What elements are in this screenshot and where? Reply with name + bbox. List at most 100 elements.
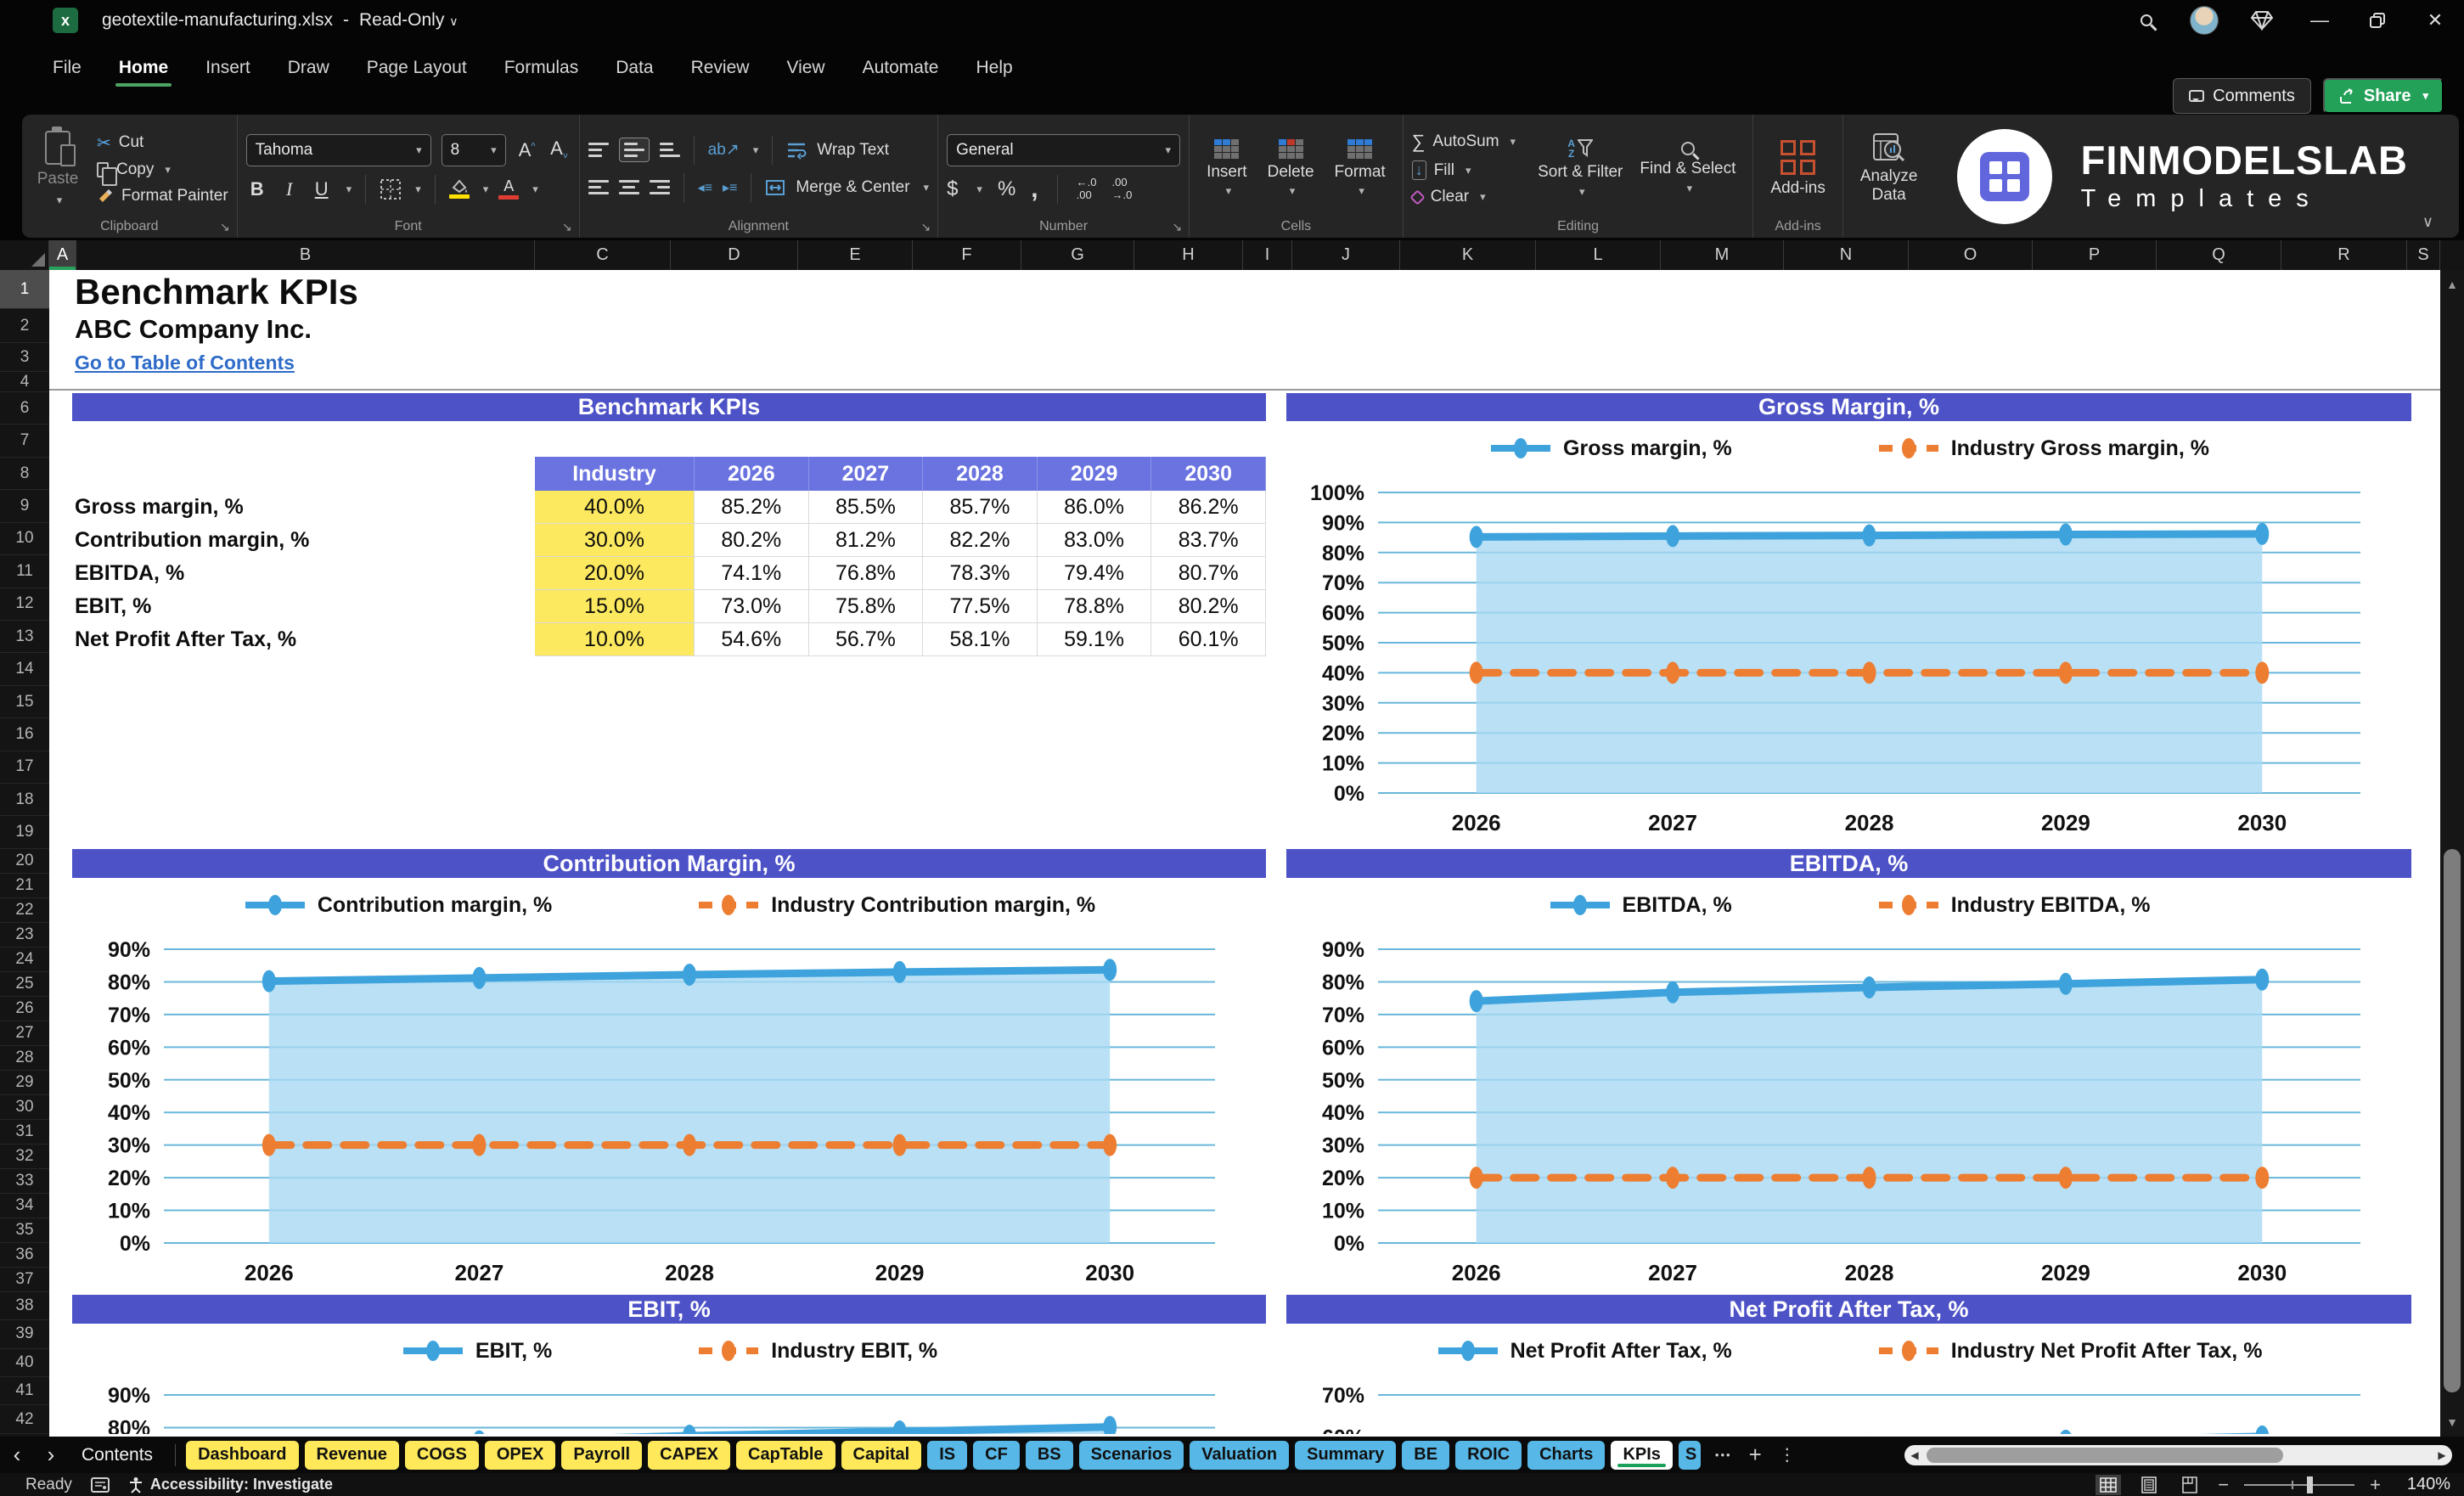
scroll-right-icon[interactable]: ▶ (2432, 1445, 2452, 1465)
table-cell[interactable]: 76.8% (808, 557, 924, 590)
sheet-tab-cogs[interactable]: COGS (404, 1440, 479, 1470)
table-cell[interactable]: 83.0% (1037, 524, 1152, 557)
increase-decimal-icon[interactable]: ←.0.00 (1077, 177, 1097, 201)
sheet-tab-opex[interactable]: OPEX (484, 1440, 556, 1470)
column-header-I[interactable]: I (1243, 240, 1292, 270)
row-header-34[interactable]: 34 (0, 1194, 49, 1218)
premium-diamond-icon[interactable] (2233, 0, 2291, 41)
menu-tab-help[interactable]: Help (960, 49, 1027, 88)
normal-view-icon[interactable] (2096, 1474, 2122, 1495)
select-all-corner[interactable] (0, 240, 49, 270)
new-sheet-icon[interactable]: + (1749, 1442, 1762, 1468)
table-cell[interactable]: 58.1% (923, 623, 1038, 656)
alignment-dialog-launcher[interactable]: ↘ (920, 220, 931, 234)
row-header-18[interactable]: 18 (0, 784, 49, 817)
restore-button[interactable] (2349, 0, 2406, 41)
zoom-slider-handle[interactable] (2307, 1476, 2314, 1493)
column-header-F[interactable]: F (913, 240, 1021, 270)
fill-button[interactable]: ↓ Fill ▾ (1411, 160, 1516, 180)
page-layout-view-icon[interactable] (2136, 1475, 2162, 1495)
scroll-up-icon[interactable]: ▲ (2440, 270, 2464, 299)
table-cell[interactable]: 30.0% (535, 524, 695, 557)
decrease-font-icon[interactable]: A˅ (548, 138, 571, 161)
clear-button[interactable]: Clear ▾ (1409, 188, 1516, 206)
comma-style-icon[interactable]: , (1031, 176, 1038, 201)
row-header-16[interactable]: 16 (0, 718, 49, 751)
column-header-Q[interactable]: Q (2157, 240, 2281, 270)
collapse-ribbon-icon[interactable]: ∨ (2422, 213, 2433, 231)
user-avatar[interactable] (2175, 0, 2233, 41)
table-cell[interactable]: 75.8% (808, 590, 924, 623)
table-cell[interactable]: 85.7% (923, 491, 1038, 524)
table-of-contents-link[interactable]: Go to Table of Contents (75, 352, 295, 374)
column-header-K[interactable]: K (1400, 240, 1536, 270)
merge-center-button[interactable]: Merge & Center (796, 178, 909, 197)
borders-icon[interactable] (380, 178, 402, 200)
row-header-31[interactable]: 31 (0, 1120, 49, 1144)
wrap-text-button[interactable]: Wrap Text (817, 141, 889, 160)
row-header-13[interactable]: 13 (0, 621, 49, 654)
row-header-6[interactable]: 6 (0, 392, 49, 425)
sheet-tab-bs[interactable]: BS (1025, 1440, 1073, 1470)
percent-style-icon[interactable]: % (998, 177, 1015, 201)
row-header-24[interactable]: 24 (0, 948, 49, 972)
underline-button[interactable]: U (311, 178, 333, 200)
row-header-12[interactable]: 12 (0, 588, 49, 621)
scroll-left-icon[interactable]: ◀ (1904, 1445, 1925, 1465)
align-right-icon[interactable] (649, 180, 670, 194)
increase-indent-icon[interactable]: ▸≡ (723, 179, 737, 196)
font-family-select[interactable]: Tahoma ▾ (245, 133, 431, 166)
table-cell[interactable]: 85.2% (695, 491, 809, 524)
horizontal-scrollbar[interactable]: ◀ ▶ (1904, 1444, 2452, 1465)
column-header-P[interactable]: P (2033, 240, 2157, 270)
format-painter-button[interactable]: Format Painter (97, 187, 228, 205)
row-header-29[interactable]: 29 (0, 1071, 49, 1095)
row-header-14[interactable]: 14 (0, 653, 49, 686)
align-middle-icon[interactable] (618, 138, 650, 162)
column-header-J[interactable]: J (1292, 240, 1400, 270)
row-header-23[interactable]: 23 (0, 923, 49, 948)
column-header-N[interactable]: N (1784, 240, 1909, 270)
more-sheets-icon[interactable]: ••• (1715, 1448, 1732, 1461)
table-cell[interactable]: 80.7% (1151, 557, 1266, 590)
table-cell[interactable]: 80.2% (695, 524, 809, 557)
zoom-level[interactable]: 140% (2396, 1475, 2450, 1494)
row-header-27[interactable]: 27 (0, 1021, 49, 1046)
menu-tab-home[interactable]: Home (104, 49, 183, 88)
format-cells-button[interactable]: Format ▾ (1326, 138, 1394, 199)
table-cell[interactable]: 20.0% (535, 557, 695, 590)
table-cell[interactable]: 56.7% (808, 623, 924, 656)
sheet-options-icon[interactable]: ⋮ (1779, 1444, 1796, 1465)
search-icon[interactable] (2118, 0, 2175, 41)
page-break-view-icon[interactable] (2177, 1475, 2202, 1495)
sheet-tab-capital[interactable]: Capital (841, 1440, 922, 1470)
column-header-O[interactable]: O (1909, 240, 2033, 270)
table-cell[interactable]: 54.6% (695, 623, 809, 656)
table-cell[interactable]: 15.0% (535, 590, 695, 623)
tab-nav-left-icon[interactable]: ‹ (0, 1442, 34, 1468)
decrease-indent-icon[interactable]: ◂≡ (698, 179, 712, 196)
sheet-tab-cf[interactable]: CF (973, 1440, 1020, 1470)
display-settings-icon[interactable] (90, 1476, 110, 1493)
column-header-M[interactable]: M (1661, 240, 1784, 270)
table-cell[interactable]: 83.7% (1151, 524, 1266, 557)
copy-button[interactable]: Copy ▾ (97, 160, 228, 186)
table-cell[interactable]: 73.0% (695, 590, 809, 623)
column-header-C[interactable]: C (535, 240, 671, 270)
close-button[interactable]: ✕ (2406, 0, 2464, 41)
menu-tab-page-layout[interactable]: Page Layout (352, 49, 482, 88)
zoom-in-icon[interactable]: + (2370, 1474, 2381, 1496)
vertical-scrollbar[interactable]: ▲ ▼ (2440, 270, 2464, 1437)
bold-button[interactable]: B (246, 178, 268, 200)
align-top-icon[interactable] (588, 143, 609, 157)
row-header-7[interactable]: 7 (0, 425, 49, 458)
sheet-tab-s[interactable]: S (1678, 1440, 1701, 1470)
column-header-B[interactable]: B (76, 240, 535, 270)
row-header-17[interactable]: 17 (0, 751, 49, 785)
table-cell[interactable]: 59.1% (1037, 623, 1152, 656)
worksheet[interactable]: Benchmark KPIs ABC Company Inc. Go to Ta… (49, 270, 2440, 1437)
row-header-38[interactable]: 38 (0, 1292, 49, 1321)
decrease-decimal-icon[interactable]: .00 →.0 (1111, 177, 1132, 201)
sheet-tab-kpis[interactable]: KPIs (1611, 1440, 1673, 1470)
menu-tab-file[interactable]: File (37, 49, 97, 88)
